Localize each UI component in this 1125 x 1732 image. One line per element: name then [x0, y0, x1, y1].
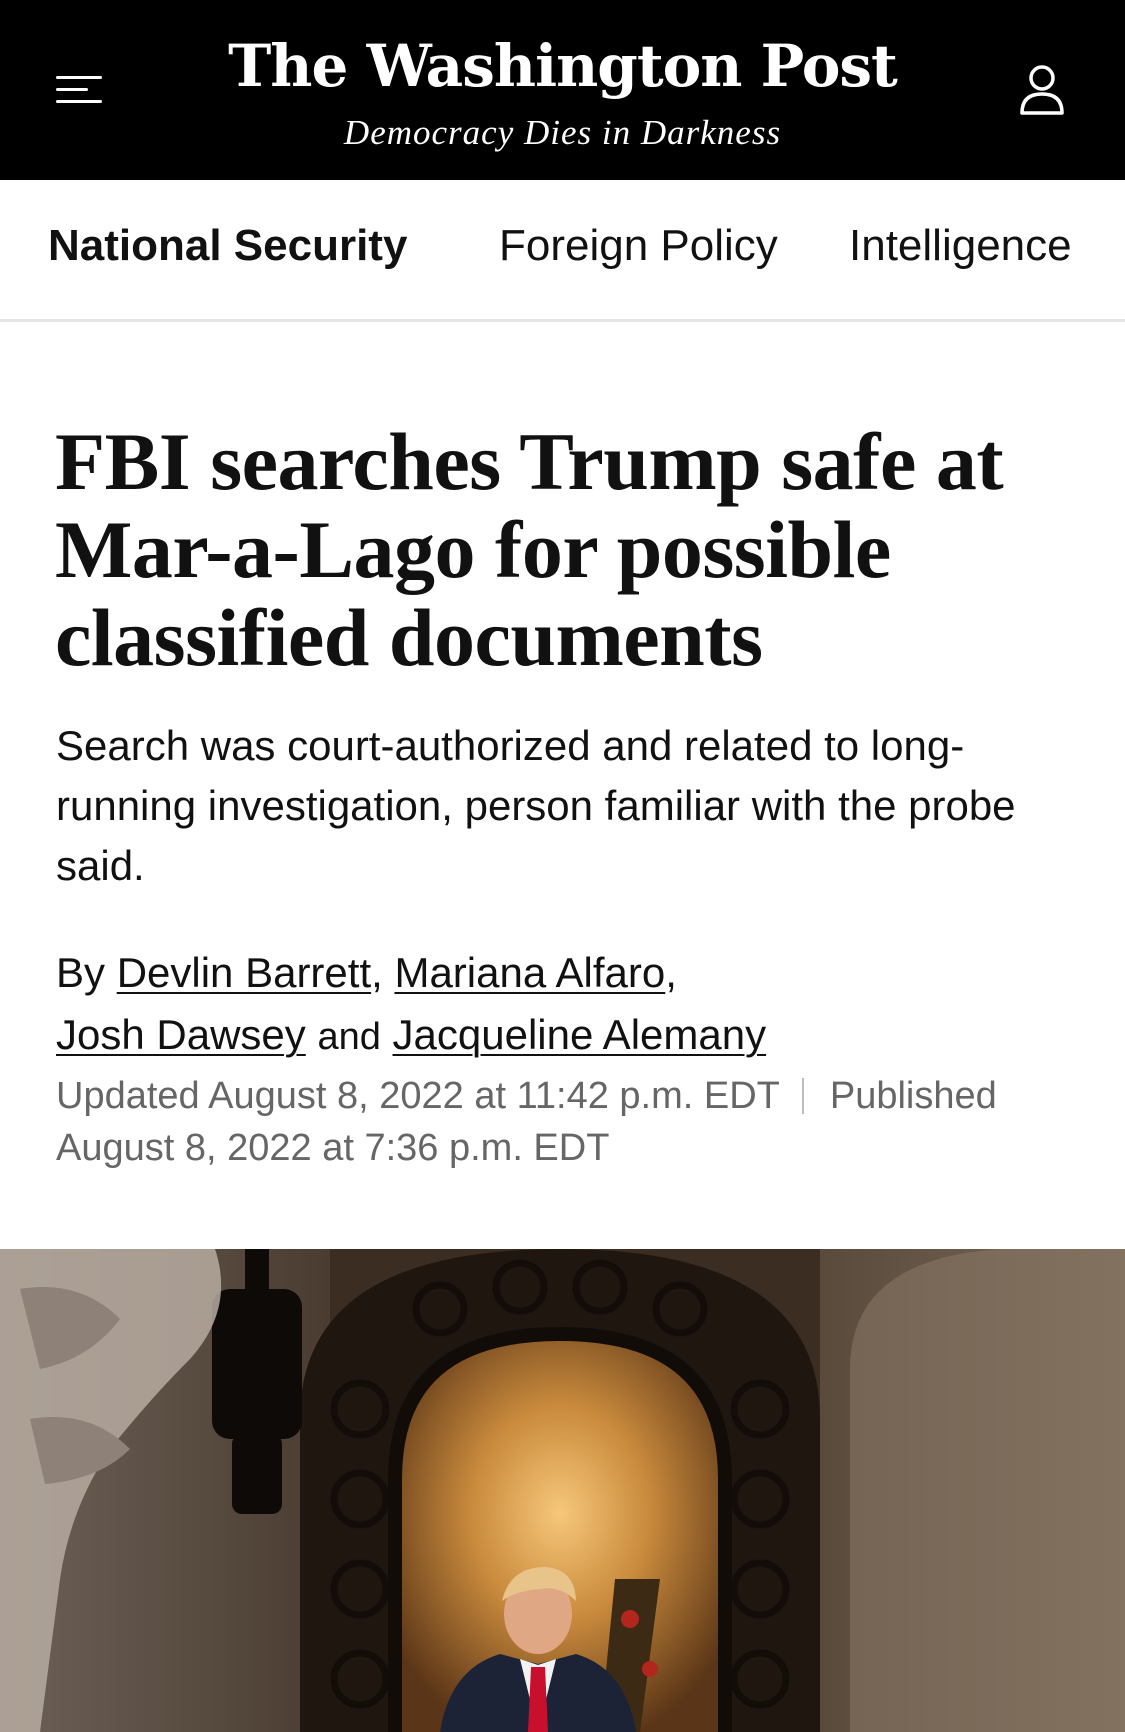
- article-subheadline: Search was court-authorized and related …: [56, 722, 1016, 889]
- lead-photo: [0, 1249, 1125, 1732]
- byline-prefix: By: [56, 949, 106, 996]
- author-link-devlin-barrett[interactable]: Devlin Barrett: [117, 949, 371, 996]
- user-account-icon[interactable]: [1019, 64, 1065, 116]
- author-link-mariana-alfaro[interactable]: Mariana Alfaro: [394, 949, 665, 996]
- author-link-josh-dawsey[interactable]: Josh Dawsey: [56, 1011, 306, 1058]
- byline-separator: ,: [665, 949, 677, 996]
- article-timestamps: Updated August 8, 2022 at 11:42 p.m. EDT…: [56, 1070, 1066, 1174]
- nav-item-national-security[interactable]: National Security: [48, 216, 407, 276]
- byline-separator: ,: [371, 949, 383, 996]
- section-nav: National Security Foreign Policy Intelli…: [0, 180, 1125, 322]
- site-logo[interactable]: The Washington Post: [0, 26, 1125, 106]
- site-tagline: Democracy Dies in Darkness: [343, 113, 782, 152]
- updated-timestamp: Updated August 8, 2022 at 11:42 p.m. EDT: [56, 1075, 780, 1117]
- author-link-jacqueline-alemany[interactable]: Jacqueline Alemany: [393, 1011, 767, 1058]
- nav-item-intelligence[interactable]: Intelligence: [849, 216, 1072, 276]
- article-headline: FBI searches Trump safe at Mar-a-Lago fo…: [55, 416, 1004, 683]
- article-byline: By Devlin Barrett, Mariana Alfaro, Josh …: [56, 942, 1066, 1068]
- lead-photo-image: [0, 1249, 1125, 1732]
- timestamp-divider: [801, 1078, 804, 1114]
- nav-item-foreign-policy[interactable]: Foreign Policy: [499, 216, 778, 276]
- masthead: The Washington Post Democracy Dies in Da…: [0, 0, 1125, 180]
- byline-conjunction: and: [317, 1016, 381, 1058]
